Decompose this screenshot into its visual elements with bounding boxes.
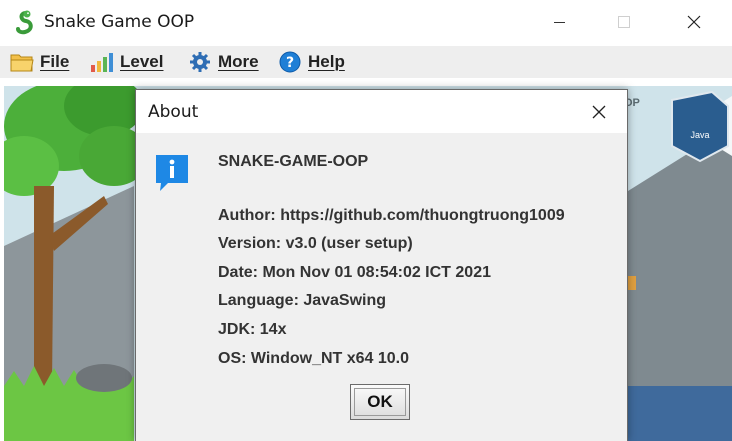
date-text: Date: Mon Nov 01 08:54:02 ICT 2021	[218, 264, 491, 281]
ok-button[interactable]: OK	[350, 384, 410, 420]
info-icon	[156, 155, 188, 191]
minimize-button[interactable]	[538, 0, 584, 46]
about-dialog: About SNAKE-GAME-OOP Author: https://git…	[135, 89, 628, 441]
snake-icon	[16, 10, 33, 35]
close-window-button[interactable]	[670, 0, 716, 46]
menu-more[interactable]: More	[188, 48, 259, 76]
menu-level[interactable]: Level	[90, 48, 163, 76]
app-name-text: SNAKE-GAME-OOP	[218, 153, 369, 170]
menu-level-label: Level	[120, 52, 164, 71]
bar-chart-icon	[91, 53, 113, 72]
os-text: OS: Window_NT x64 10.0	[218, 350, 410, 367]
menu-help-label: Help	[308, 52, 345, 71]
folder-icon	[10, 54, 34, 72]
menu-more-label: More	[218, 52, 259, 71]
svg-text:?: ?	[286, 55, 294, 71]
menu-file-label: File	[40, 52, 70, 71]
window-title-bar: Snake Game OOP	[0, 0, 732, 46]
maximize-button[interactable]	[602, 0, 648, 46]
version-text: Version: v3.0 (user setup)	[218, 235, 413, 252]
svg-text:Java: Java	[690, 130, 709, 140]
author-text: Author: https://github.com/thuongtruong1…	[218, 207, 565, 224]
ok-button-label: OK	[367, 392, 393, 411]
close-icon	[687, 15, 701, 29]
jdk-text: JDK: 14x	[218, 321, 287, 338]
dialog-title-bar: About	[136, 90, 627, 133]
close-icon	[592, 105, 606, 119]
gear-icon	[190, 52, 210, 72]
menu-file[interactable]: File	[10, 48, 69, 76]
dialog-close-button[interactable]	[584, 98, 614, 126]
menu-help[interactable]: ? Help	[278, 48, 345, 76]
menu-bar: File Level More ? Help	[0, 46, 732, 78]
dialog-title: About	[148, 102, 199, 122]
language-text: Language: JavaSwing	[218, 292, 387, 309]
question-icon: ?	[279, 51, 301, 73]
window-title: Snake Game OOP	[44, 12, 195, 32]
